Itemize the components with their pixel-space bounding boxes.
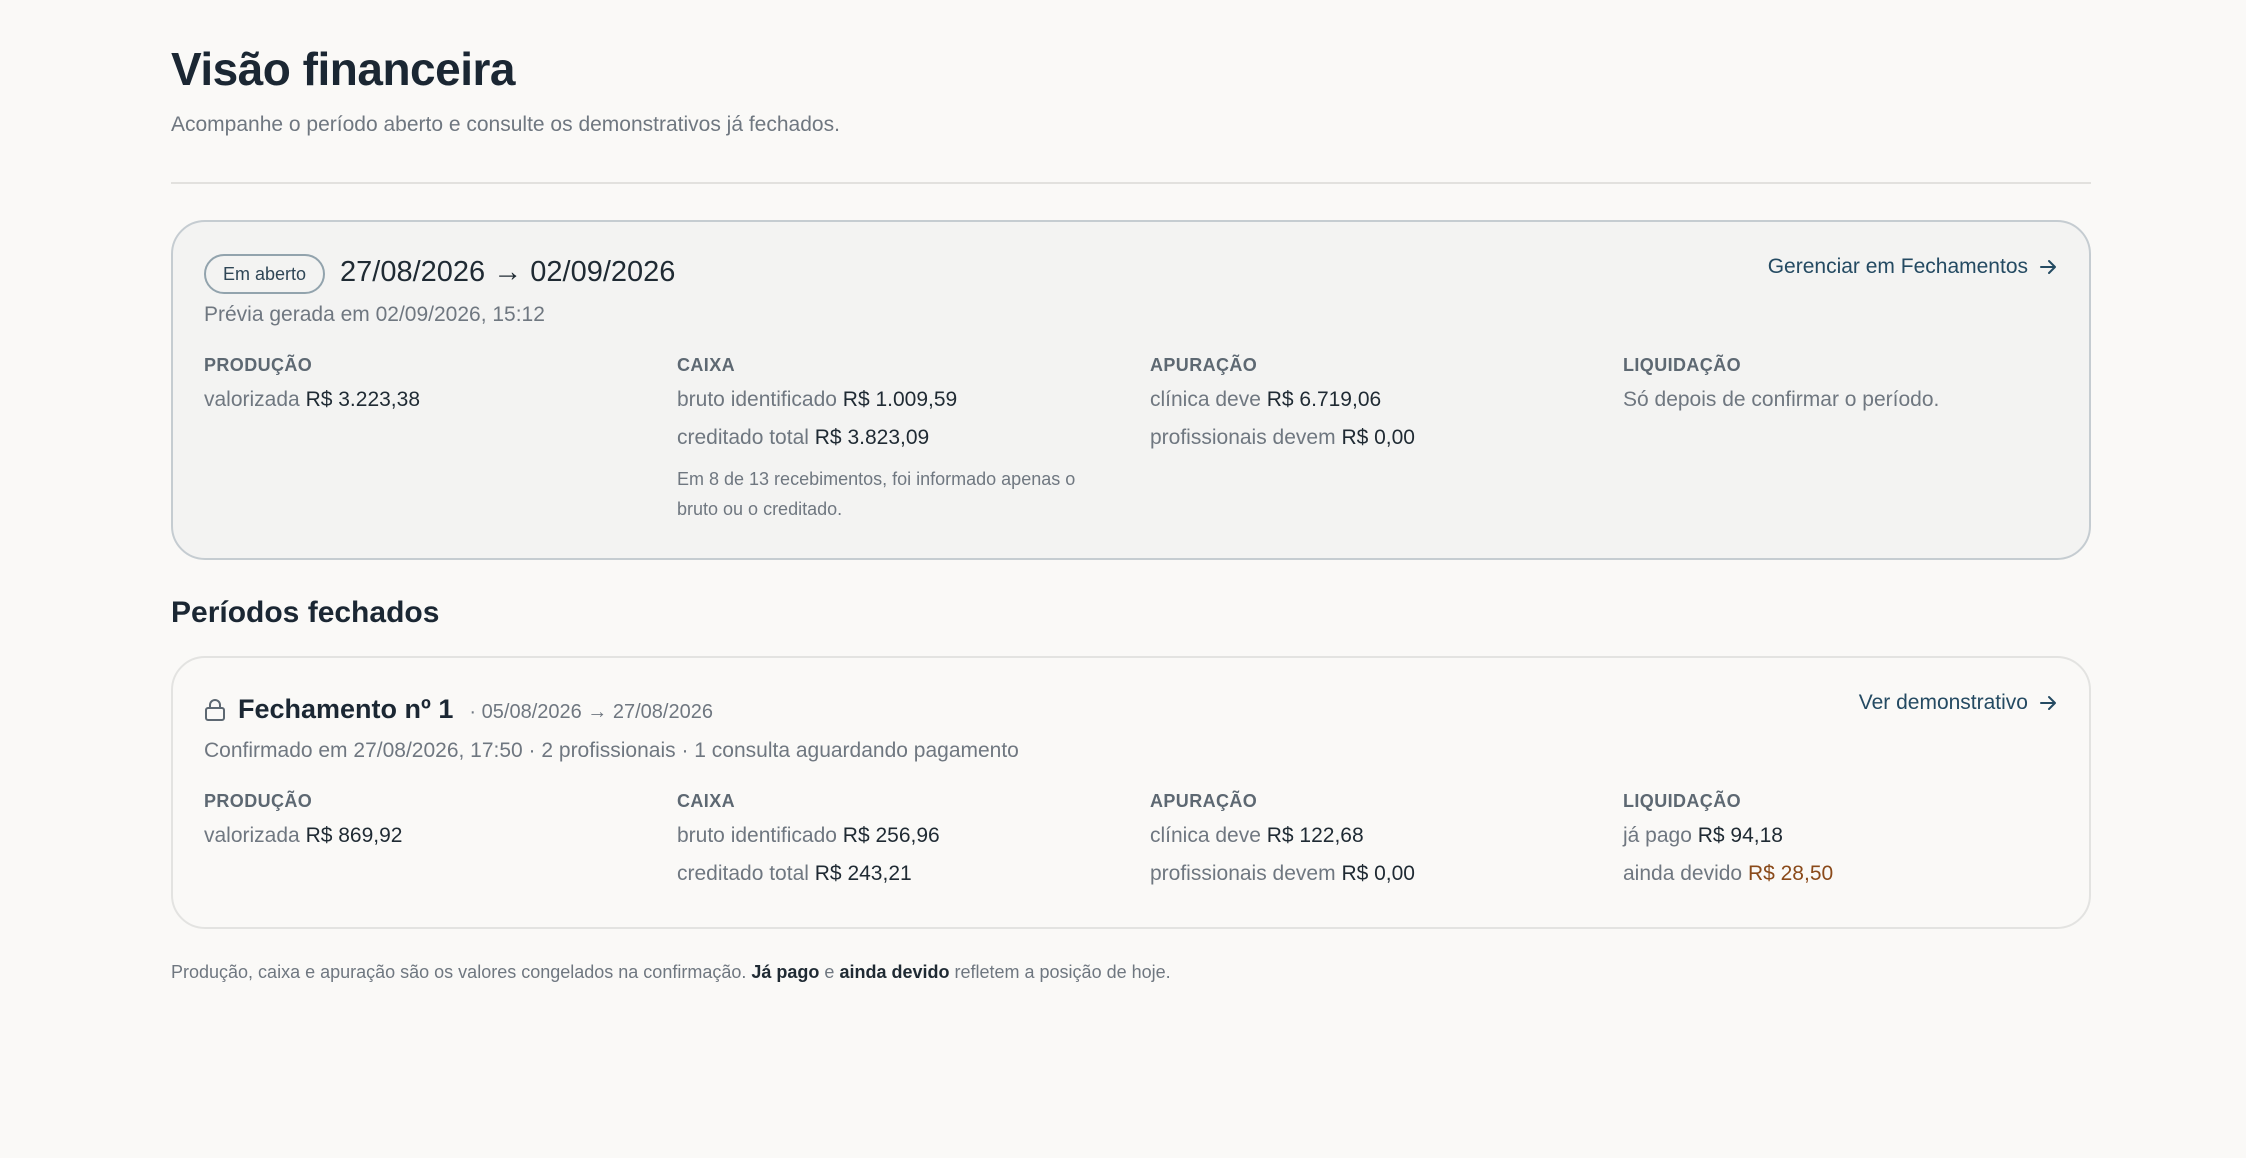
caixa-creditado: creditado total R$ 3.823,09 xyxy=(677,426,930,449)
closing-confirmation: Confirmado em 27/08/2026, 17:50 · 2 prof… xyxy=(204,739,1019,762)
arrow-right-icon xyxy=(2040,696,2056,710)
view-statement-label: Ver demonstrativo xyxy=(1858,691,2028,714)
producao-valorizada: valorizada R$ 869,92 xyxy=(204,824,403,847)
liquidacao-heading: LIQUIDAÇÃO xyxy=(1623,355,1741,375)
page-title: Visão financeira xyxy=(171,43,516,95)
open-period-card: Em aberto 27/08/2026 → 02/09/2026 Prévia… xyxy=(171,220,2091,560)
closing-dates: · 05/08/2026 → 27/08/2026 xyxy=(469,701,713,723)
closed-producao-column: PRODUÇÃO valorizada R$ 869,92 xyxy=(204,791,644,862)
caixa-creditado: creditado total R$ 243,21 xyxy=(677,862,912,885)
header-divider xyxy=(171,182,2091,184)
closed-period-card: Fechamento nº 1 · 05/08/2026 → 27/08/202… xyxy=(171,656,2091,929)
open-apuracao-column: APURAÇÃO clínica deve R$ 6.719,06 profis… xyxy=(1150,355,1590,464)
open-period-range: 27/08/2026 → 02/09/2026 xyxy=(340,256,676,288)
apuracao-clinica: clínica deve R$ 6.719,06 xyxy=(1150,388,1382,411)
footnote: Produção, caixa e apuração são os valore… xyxy=(171,962,1171,982)
open-caixa-column: CAIXA bruto identificado R$ 1.009,59 cre… xyxy=(677,355,1117,524)
closed-caixa-column: CAIXA bruto identificado R$ 256,96 credi… xyxy=(677,791,1117,900)
apuracao-heading: APURAÇÃO xyxy=(1150,791,1258,811)
open-producao-column: PRODUÇÃO valorizada R$ 3.223,38 xyxy=(204,355,644,426)
caixa-heading: CAIXA xyxy=(677,355,736,375)
liquidacao-pago: já pago R$ 94,18 xyxy=(1623,824,1783,847)
preview-timestamp: Prévia gerada em 02/09/2026, 15:12 xyxy=(204,303,545,326)
closed-liquidacao-column: LIQUIDAÇÃO já pago R$ 94,18 ainda devido… xyxy=(1623,791,2063,900)
apuracao-profissionais: profissionais devem R$ 0,00 xyxy=(1150,426,1415,449)
closed-apuracao-column: APURAÇÃO clínica deve R$ 122,68 profissi… xyxy=(1150,791,1590,900)
apuracao-clinica: clínica deve R$ 122,68 xyxy=(1150,824,1364,847)
caixa-note: Em 8 de 13 recebimentos, foi informado a… xyxy=(677,469,1076,519)
lock-icon xyxy=(205,698,225,721)
apuracao-profissionais: profissionais devem R$ 0,00 xyxy=(1150,862,1415,885)
page-subtitle: Acompanhe o período aberto e consulte os… xyxy=(171,113,840,136)
view-statement-link[interactable]: Ver demonstrativo xyxy=(1859,691,2058,715)
liquidacao-text: Só depois de confirmar o período. xyxy=(1623,388,1940,411)
liquidacao-devido: ainda devido R$ 28,50 xyxy=(1623,862,1834,885)
arrow-right-icon xyxy=(2040,260,2056,274)
closed-title-row: Fechamento nº 1 · 05/08/2026 → 27/08/202… xyxy=(204,694,713,725)
closed-periods-title: Períodos fechados xyxy=(171,596,440,629)
caixa-heading: CAIXA xyxy=(677,791,736,811)
manage-closings-label: Gerenciar em Fechamentos xyxy=(1767,255,2028,278)
producao-valorizada: valorizada R$ 3.223,38 xyxy=(204,388,421,411)
manage-closings-link[interactable]: Gerenciar em Fechamentos xyxy=(1768,255,2058,279)
apuracao-heading: APURAÇÃO xyxy=(1150,355,1258,375)
producao-heading: PRODUÇÃO xyxy=(204,355,313,375)
status-badge: Em aberto xyxy=(204,254,326,294)
open-liquidacao-column: LIQUIDAÇÃO Só depois de confirmar o perí… xyxy=(1623,355,2063,426)
caixa-bruto: bruto identificado R$ 256,96 xyxy=(677,824,940,847)
liquidacao-heading: LIQUIDAÇÃO xyxy=(1623,791,1741,811)
caixa-bruto: bruto identificado R$ 1.009,59 xyxy=(677,388,958,411)
producao-heading: PRODUÇÃO xyxy=(204,791,313,811)
closing-title: Fechamento nº 1 xyxy=(238,694,454,724)
